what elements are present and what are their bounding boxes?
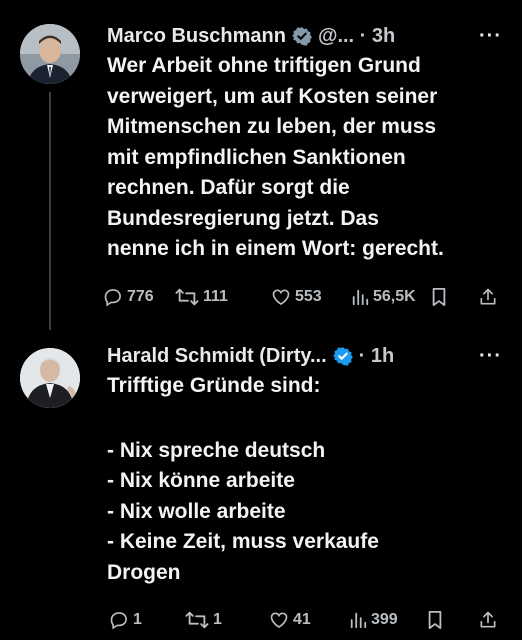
tweet-text-line: verweigert, um auf Kosten seiner (107, 84, 438, 108)
like-button[interactable]: 553 (271, 287, 322, 307)
like-count: 41 (293, 611, 311, 628)
author-name[interactable]: Harald Schmidt (Dirty... (107, 345, 327, 368)
views-button[interactable]: 399 (349, 611, 398, 629)
tweet-text-line: Mitmenschen zu leben, der muss (107, 115, 437, 138)
tweet-text-line: - Nix spreche deutsch (107, 438, 326, 462)
thread-connector-line (49, 92, 51, 330)
tweet-text: Trifftige Gründe sind: - Nix spreche deu… (107, 371, 508, 588)
bookmark-button[interactable] (426, 610, 444, 630)
tweet-text-line: Bundesregierung jetzt. Das (107, 206, 379, 230)
tweet-text-line: nenne ich in einem Wort: gerecht. (107, 237, 444, 260)
tweet-header: Marco Buschmann @... · 3h ··· (107, 22, 502, 50)
tweet-text-line: - Nix könne arbeite (107, 469, 295, 492)
bookmark-icon (428, 611, 442, 629)
post-time: · 1h (358, 344, 395, 367)
reply-icon (104, 289, 121, 307)
tweet-text-line: Wer Arbeit ohne triftigen Grund (107, 54, 421, 77)
bookmark-button[interactable] (430, 287, 448, 307)
reply-button[interactable]: 776 (103, 287, 154, 307)
share-icon (480, 288, 496, 305)
share-button[interactable] (478, 610, 498, 630)
tweet-buschmann[interactable]: Marco Buschmann @... · 3h ··· Wer Arbeit… (0, 0, 522, 330)
views-count: 399 (371, 611, 398, 628)
more-options-button[interactable]: ··· (479, 25, 502, 48)
heart-icon (270, 612, 288, 629)
tweet-text-line: mit empfindlichen Sanktionen (107, 145, 406, 169)
repost-icon (175, 288, 199, 306)
repost-button[interactable]: 1 (185, 610, 222, 630)
like-button[interactable]: 41 (269, 610, 311, 630)
action-bar: 1 1 41 399 (103, 607, 504, 633)
views-chart-icon (352, 289, 369, 306)
tweet-header: Harald Schmidt (Dirty... · 1h ··· (107, 342, 502, 370)
views-chart-icon (350, 612, 367, 629)
like-count: 553 (295, 288, 322, 305)
avatar[interactable] (20, 348, 80, 408)
tweet-text-line: rechnen. Dafür sorgt die (107, 176, 350, 199)
verified-badge-icon (292, 26, 312, 46)
reply-icon (110, 612, 127, 630)
share-icon (480, 611, 496, 628)
tweet-text: Wer Arbeit ohne triftigen Grund verweige… (107, 51, 508, 265)
repost-icon (185, 611, 209, 629)
repost-count: 1 (213, 611, 222, 628)
repost-count: 111 (203, 288, 228, 305)
views-button[interactable]: 56,5K (351, 288, 416, 306)
reply-count: 776 (127, 288, 154, 305)
avatar[interactable] (20, 24, 80, 84)
tweet-text-line: Trifftige Gründe sind: (107, 374, 321, 397)
bookmark-icon (432, 288, 446, 306)
more-options-button[interactable]: ··· (479, 345, 502, 368)
tweet-text-line: Drogen (107, 560, 181, 584)
views-count: 56,5K (373, 288, 416, 305)
tweet-schmidt[interactable]: Harald Schmidt (Dirty... · 1h ··· Trifft… (0, 330, 522, 640)
tweet-text-line: - Nix wolle arbeite (107, 499, 286, 523)
author-name[interactable]: Marco Buschmann (107, 25, 286, 48)
share-button[interactable] (478, 287, 498, 307)
reply-count: 1 (133, 611, 142, 628)
tweet-text-line: - Keine Zeit, muss verkaufe (107, 530, 379, 553)
reply-button[interactable]: 1 (109, 610, 142, 630)
verified-badge-icon (332, 346, 353, 366)
handle-and-time: @... · 3h (317, 24, 396, 47)
repost-button[interactable]: 111 (175, 287, 228, 307)
heart-icon (272, 289, 290, 306)
action-bar: 776 111 553 56,5K (103, 284, 504, 310)
